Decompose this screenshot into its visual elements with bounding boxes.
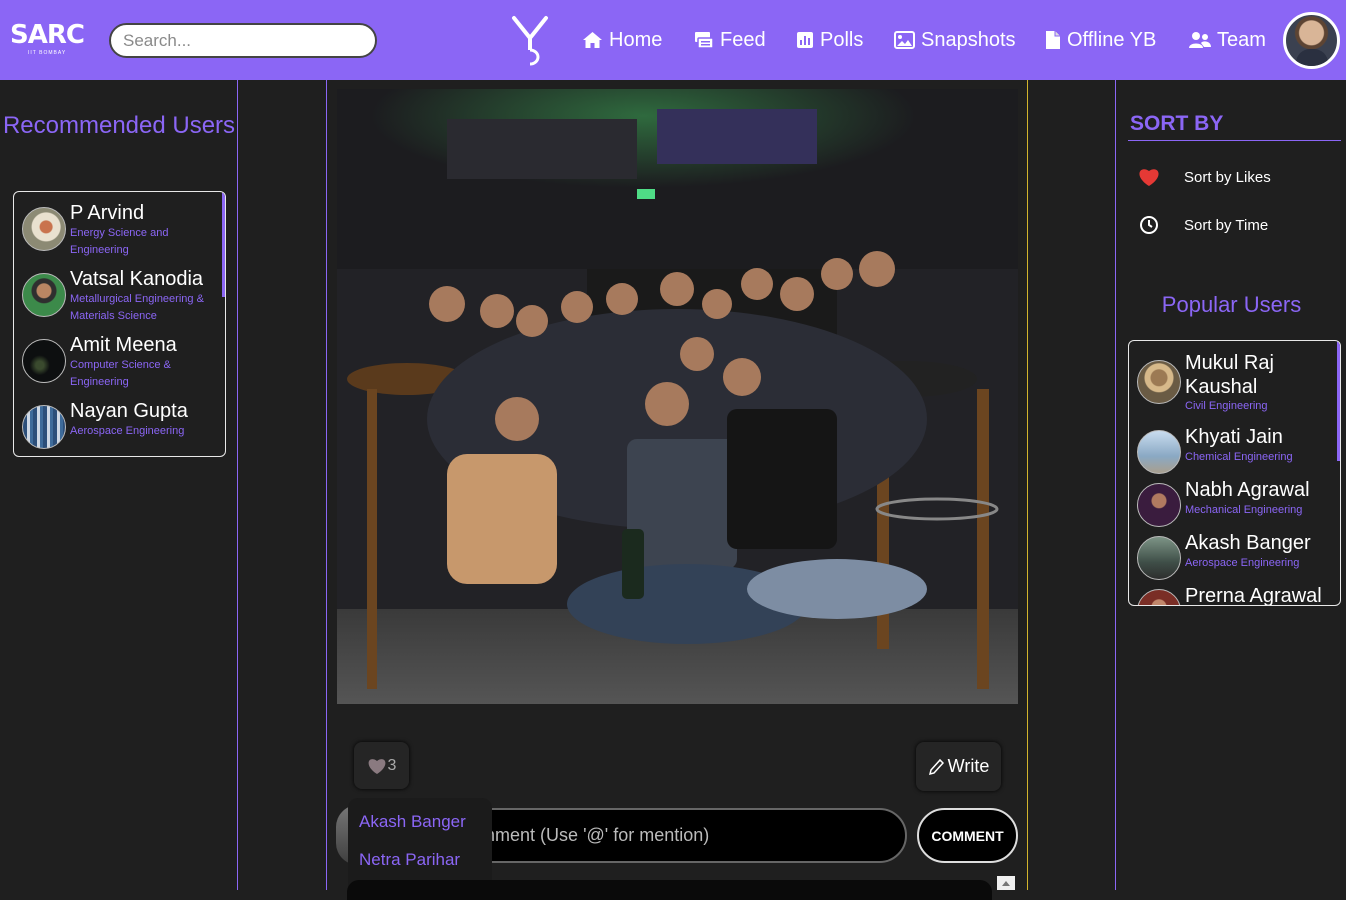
scroll-up-arrow-icon[interactable] [997, 876, 1015, 890]
profile-avatar[interactable] [1283, 12, 1340, 69]
mention-dropdown: Akash Banger Netra Parihar [348, 798, 492, 890]
nav-feed[interactable]: Feed [694, 26, 766, 54]
popular-users-list[interactable]: Mukul Raj Kaushal Civil Engineering Khya… [1128, 340, 1341, 606]
scrollbar[interactable] [1337, 341, 1340, 461]
yearbook-logo-icon[interactable] [510, 14, 550, 66]
nav-team-label: Team [1217, 28, 1266, 51]
logo-text: SARC [10, 20, 85, 50]
nav-feed-label: Feed [720, 28, 766, 51]
polls-icon [797, 32, 813, 48]
user-department: Metallurgical Engineering & Materials Sc… [70, 293, 204, 322]
nav-team[interactable]: Team [1189, 26, 1266, 54]
nav-snapshots-label: Snapshots [921, 28, 1016, 51]
like-button[interactable]: 3 [354, 742, 409, 789]
left-sidebar: Recommended Users P Arvind Energy Scienc… [0, 80, 238, 890]
right-sidebar: SORT BY Sort by Likes Sort by Time Popul… [1115, 80, 1346, 890]
nav-offline-yb-label: Offline YB [1067, 28, 1157, 51]
feed-icon [695, 32, 714, 49]
user-name: Nabh Agrawal [1185, 479, 1310, 501]
post-image[interactable] [337, 89, 1018, 704]
mention-option[interactable]: Netra Parihar [359, 850, 460, 870]
sort-time-label: Sort by Time [1184, 216, 1269, 234]
user-department: Civil Engineering [1185, 400, 1268, 412]
scrollbar[interactable] [222, 192, 225, 297]
avatar [1137, 483, 1181, 527]
user-name: Nayan Gupta [70, 400, 188, 422]
user-name: Prerna Agrawal [1185, 585, 1322, 606]
user-name: P Arvind [70, 202, 145, 224]
popular-users-title: Popular Users [1161, 292, 1302, 317]
avatar [1137, 430, 1181, 474]
divider [1128, 140, 1341, 141]
recommended-users-list[interactable]: P Arvind Energy Science and Engineering … [13, 191, 226, 457]
user-department: Energy Science and Engineering [70, 227, 169, 256]
navbar: SARC IIT BOMBAY Home Feed Polls Snapshot… [0, 0, 1346, 80]
sarc-logo[interactable]: SARC IIT BOMBAY [10, 20, 85, 60]
image-icon [894, 31, 915, 49]
avatar [22, 339, 66, 383]
user-name: Vatsal Kanodia [70, 268, 204, 290]
file-icon [1046, 31, 1060, 49]
user-name: Akash Banger [1185, 532, 1311, 554]
search-input[interactable] [109, 23, 377, 58]
post-card: 3 Write COMMENT Akash Banger Netra Parih… [326, 80, 1028, 900]
clock-icon [1140, 216, 1158, 234]
user-department: Computer Science & Engineering [70, 359, 171, 388]
user-department: Mechanical Engineering [1185, 504, 1303, 516]
avatar [22, 405, 66, 449]
home-icon [583, 32, 602, 48]
user-name: Khyati Jain [1185, 426, 1283, 448]
user-department: Chemical Engineering [1185, 451, 1293, 463]
comment-button[interactable]: COMMENT [917, 808, 1018, 863]
pencil-icon [928, 758, 944, 775]
logo-subtext: IIT BOMBAY [28, 50, 67, 56]
nav-snapshots[interactable]: Snapshots [894, 26, 1016, 54]
nav-polls-label: Polls [820, 28, 864, 51]
sort-likes-label: Sort by Likes [1184, 168, 1271, 186]
like-count: 3 [387, 756, 397, 774]
write-label: Write [947, 756, 990, 776]
avatar [1137, 536, 1181, 580]
nav-polls[interactable]: Polls [796, 26, 863, 54]
mention-option[interactable]: Akash Banger [359, 812, 466, 832]
heart-icon [1139, 169, 1159, 186]
user-name: Mukul Raj Kaushal [1185, 352, 1274, 398]
next-comment-preview [347, 880, 992, 900]
nav-offline-yb[interactable]: Offline YB [1045, 26, 1156, 54]
sort-by-title: SORT BY [1130, 112, 1224, 135]
user-name: Amit Meena [70, 334, 177, 356]
avatar [22, 273, 66, 317]
nav-home[interactable]: Home [582, 26, 662, 54]
user-department: Aerospace Engineering [70, 425, 185, 437]
sort-by-likes[interactable]: Sort by Likes [1138, 167, 1271, 187]
avatar [1137, 360, 1181, 404]
nav-home-label: Home [609, 28, 663, 51]
heart-icon [368, 758, 385, 774]
avatar [1137, 589, 1181, 605]
team-icon [1189, 32, 1211, 48]
recommended-users-title: Recommended Users [2, 112, 236, 139]
write-button[interactable]: Write [916, 742, 1001, 791]
sort-by-time[interactable]: Sort by Time [1138, 215, 1268, 235]
avatar [22, 207, 66, 251]
user-department: Aerospace Engineering [1185, 557, 1300, 569]
